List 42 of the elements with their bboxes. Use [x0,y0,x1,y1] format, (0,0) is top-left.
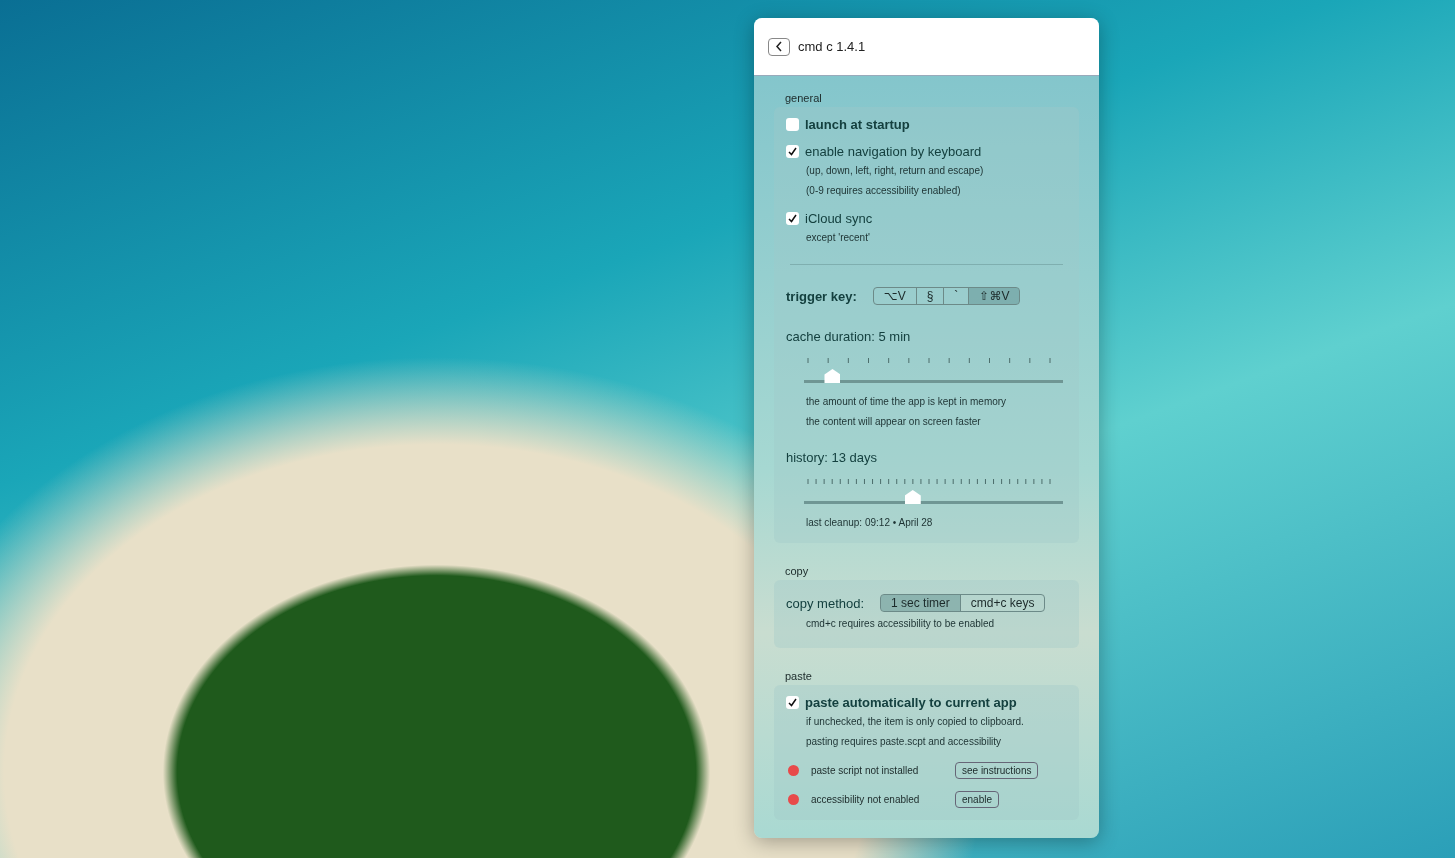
hint-text: cmd+c requires accessibility to be enabled [806,617,996,631]
back-chevron-icon [775,41,783,52]
checkbox-label: paste automatically to current app [805,695,1017,710]
action-button[interactable]: enable [955,791,1000,808]
checkbox-label: enable navigation by keyboard [805,144,982,159]
segment-option[interactable]: ⌥V [873,288,916,304]
hint-text: if unchecked, the item is only copied to clipboard. [806,715,1025,729]
hint-text: the amount of time the app is kept in memory [806,395,1008,409]
hint-text: last cleanup: 09:12 • April 28 [806,516,934,530]
checkmark-icon [788,147,797,156]
hint-text: (up, down, left, right, return and escape) [806,164,985,178]
section-title: paste [785,670,813,682]
checkbox[interactable] [786,212,799,225]
segment-option[interactable]: 1 sec timer [881,595,960,611]
segment-option[interactable]: ⇧⌘V [968,288,1020,304]
window-title: cmd c 1.4.1 [798,39,866,54]
status-text: paste script not installed [811,765,920,776]
slider-thumb[interactable] [824,369,841,383]
hint-text: (0-9 requires accessibility enabled) [806,184,962,198]
section-title: general [785,92,823,104]
segment-option[interactable]: § [915,288,944,304]
checkbox[interactable] [786,118,799,131]
checkbox-label: iCloud sync [805,211,873,226]
segment-option[interactable]: cmd+c keys [959,595,1045,611]
checkbox-label: launch at startup [805,117,910,132]
hint-text: except 'recent' [806,231,871,245]
hint-text: pasting requires paste.scpt and accessibility [806,735,1003,749]
section-title: copy [785,565,810,577]
slider-label: history: 13 days [786,450,879,465]
checkmark-icon [788,698,797,707]
option-label: trigger key: [786,288,857,304]
checkbox[interactable] [786,696,799,709]
back-button[interactable] [768,37,790,56]
segment-option[interactable]: ` [943,288,969,304]
status-text: accessibility not enabled [811,794,921,805]
action-button[interactable]: see instructions [955,762,1039,779]
checkbox[interactable] [786,145,799,158]
option-label: copy method: [786,595,865,611]
slider-thumb[interactable] [904,490,921,504]
slider-label: cache duration: 5 min [786,329,912,344]
hint-text: the content will appear on screen faster [806,415,982,429]
checkmark-icon [788,214,797,223]
